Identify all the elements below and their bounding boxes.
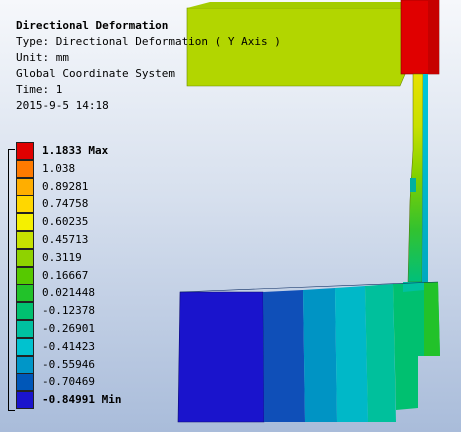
legend-swatch	[16, 159, 34, 178]
legend-swatch	[16, 177, 34, 196]
legend-row: 0.3119	[16, 248, 82, 267]
lower-block	[177, 291, 265, 423]
legend-row: 0.74758	[16, 195, 89, 214]
legend-swatch	[16, 231, 34, 249]
legend-swatch	[16, 337, 34, 356]
legend-swatch	[16, 373, 34, 392]
legend-swatch	[16, 142, 34, 160]
legend-row: -0.70469	[16, 373, 95, 392]
legend-row: -0.12378	[16, 302, 95, 321]
max-region	[400, 0, 440, 75]
legend-label: -0.41423	[42, 339, 95, 353]
legend-swatch	[16, 391, 34, 410]
legend-row: -0.41423	[16, 337, 95, 356]
legend-row: 0.16667	[16, 266, 89, 285]
legend-swatch	[16, 320, 34, 338]
legend-row: 0.60235	[16, 213, 89, 232]
legend-label: 0.60235	[42, 215, 89, 229]
upper-plate-edge	[187, 2, 403, 8]
legend-label: 0.74758	[42, 197, 89, 211]
graphics-viewport[interactable]: Directional Deformation Type: Directiona…	[0, 0, 461, 432]
legend-label: 1.1833 Max	[42, 144, 109, 157]
result-unit: Unit: mm	[16, 51, 69, 64]
legend-label: 1.038	[42, 161, 76, 175]
legend-row: 0.89281	[16, 177, 89, 196]
legend-label: 0.89281	[42, 179, 89, 193]
legend-swatch	[16, 195, 34, 214]
legend-row: 1.038	[16, 159, 76, 178]
legend-row: 0.021448	[16, 284, 95, 303]
legend-swatch	[16, 355, 34, 374]
legend-swatch	[16, 302, 34, 321]
legend-swatch	[16, 213, 34, 232]
legend-row: -0.26901	[16, 320, 95, 338]
result-type: Type: Directional Deformation ( Y Axis )	[16, 35, 281, 48]
column	[407, 73, 424, 283]
legend-label: -0.12378	[42, 304, 95, 318]
legend-swatch	[16, 284, 34, 303]
legend-label: -0.55946	[42, 357, 95, 371]
legend-swatch	[16, 248, 34, 267]
legend-row: -0.55946	[16, 355, 95, 374]
legend-label: 0.16667	[42, 268, 89, 282]
legend-label: 0.45713	[42, 233, 89, 246]
legend-row: -0.84991 Min	[16, 391, 122, 410]
legend-swatch	[16, 266, 34, 285]
result-title: Directional Deformation	[16, 19, 169, 32]
result-time: Time: 1	[16, 83, 63, 96]
result-date: 2015-9-5 14:18	[16, 99, 109, 112]
legend-label: -0.84991 Min	[42, 393, 122, 407]
legend-label: -0.26901	[42, 322, 95, 335]
coordinate-system: Global Coordinate System	[16, 67, 175, 80]
legend-label: -0.70469	[42, 375, 95, 389]
legend-label: 0.3119	[42, 250, 82, 264]
legend-bracket	[8, 149, 15, 411]
legend-row: 1.1833 Max	[16, 142, 108, 160]
result-info: Directional Deformation Type: Directiona…	[16, 18, 281, 114]
color-legend[interactable]: 1.1833 Max 1.038 0.89281 0.74758 0.60235 0.45…	[8, 142, 168, 420]
legend-row: 0.45713	[16, 231, 88, 249]
legend-label: 0.021448	[42, 286, 95, 300]
